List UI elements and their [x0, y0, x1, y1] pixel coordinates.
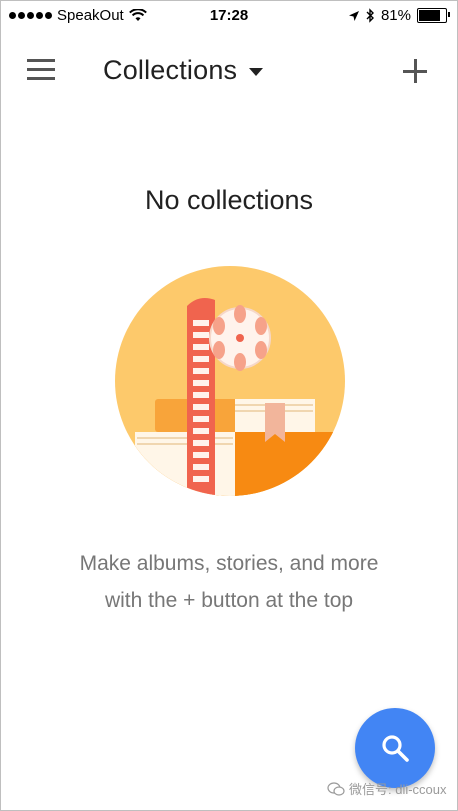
bluetooth-icon: [366, 8, 374, 23]
page-title: Collections: [103, 55, 238, 85]
battery-level-fill: [419, 10, 441, 21]
status-bar-right: 81%: [348, 7, 450, 24]
search-icon: [382, 735, 409, 762]
description-line-1: Make albums, stories, and more: [79, 552, 379, 575]
battery-percent: 81%: [380, 7, 411, 24]
app-screen: SpeakOut 17:28 81% Collections No collec…: [0, 0, 458, 811]
empty-state-description: Make albums, stories, and more with the …: [31, 545, 427, 619]
location-arrow-icon: [348, 10, 359, 21]
film-reel-and-books-illustration: [115, 266, 345, 496]
watermark-text: 微信号: dli-ccoux: [349, 782, 447, 797]
wechat-icon: [327, 781, 345, 796]
app-bar: Collections: [1, 39, 457, 103]
plus-icon[interactable]: [403, 59, 427, 83]
hamburger-menu-icon[interactable]: [27, 59, 55, 83]
watermark: 微信号: dli-ccoux: [327, 779, 447, 798]
empty-state-title: No collections: [144, 185, 314, 215]
status-bar: SpeakOut 17:28 81%: [1, 1, 457, 33]
battery-icon: [417, 8, 450, 23]
search-fab-button[interactable]: [355, 708, 435, 788]
caret-down-icon: [249, 67, 264, 76]
description-line-2: with the + button at the top: [104, 589, 354, 612]
collections-dropdown[interactable]: Collections: [103, 55, 264, 86]
